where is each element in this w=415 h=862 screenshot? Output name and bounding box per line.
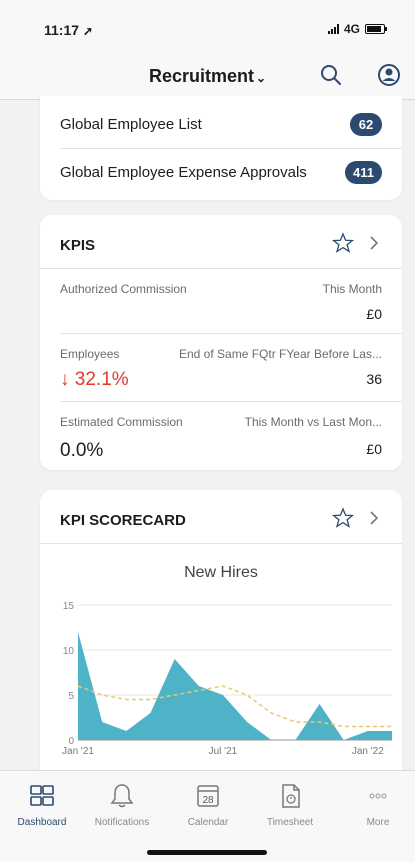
kpi-period: This Month vs Last Mon... [244,415,382,429]
list-item-expense-approvals[interactable]: Global Employee Expense Approvals 411 [60,152,382,192]
status-bar: 11:17 ➚ 4G [0,0,415,52]
list-card: Global Employee List 62 Global Employee … [40,96,402,200]
tab-label: Dashboard [17,817,67,828]
star-icon[interactable] [332,507,354,529]
count-badge: 411 [345,160,382,184]
divider [60,333,402,334]
new-hires-area [78,632,392,740]
tab-dashboard[interactable]: Dashboard [2,781,82,828]
tab-label: Calendar [187,817,229,828]
status-time: 11:17 ➚ [44,22,93,38]
kpi-scorecard-card: KPI SCORECARD New Hires 0 5 10 15 Jan '21 Jul… [40,490,402,780]
chart-title: New Hires [184,564,258,581]
profile-icon[interactable] [376,62,402,88]
more-icon [369,793,387,799]
chevron-right-icon[interactable] [366,510,382,526]
divider [40,543,402,544]
tab-label: Notifications [94,817,150,828]
app-switcher[interactable]: Recruitment ⌄ [0,66,415,87]
bottom-nav: Dashboard Notifications 28 Calendar Time… [0,770,415,862]
x-tick-label: Jan '21 [62,746,94,757]
divider [60,401,402,402]
count-badge: 62 [350,112,382,136]
tab-label: More [366,817,390,828]
x-tick-label: Jul '21 [209,746,238,757]
tab-calendar[interactable]: 28 Calendar [168,781,248,828]
list-item-label: Global Employee List [60,115,202,133]
star-icon[interactable] [332,232,354,254]
timesheet-icon [282,784,300,808]
kpi-change: ↓ 32.1% [60,369,129,390]
dashboard-icon [30,785,54,806]
y-tick-label: 5 [68,691,74,702]
chevron-right-icon[interactable] [366,235,382,251]
kpis-title: KPIS [60,237,96,254]
home-indicator [147,850,267,855]
battery-icon [365,24,387,34]
tab-notifications[interactable]: Notifications [82,781,162,828]
divider [60,148,402,149]
x-tick-label: Jan '22 [352,746,384,757]
search-icon[interactable] [318,62,344,88]
kpi-label: Authorized Commission [60,282,187,296]
tab-timesheet[interactable]: Timesheet [250,781,330,828]
bell-icon [110,784,134,808]
kpi-period: This Month [322,282,382,296]
y-tick-label: 10 [63,646,75,657]
y-tick-label: 15 [63,601,75,612]
list-item-global-employee-list[interactable]: Global Employee List 62 [60,104,382,144]
kpi-label: Estimated Commission [60,415,183,429]
app-header: Recruitment ⌄ [0,52,415,100]
network-label: 4G [343,22,360,36]
status-indicators: 4G [327,22,387,36]
tab-more[interactable]: More [338,781,415,828]
scorecard-title: KPI SCORECARD [60,512,186,529]
kpi-value: £0 [366,306,382,322]
app-title: Recruitment [148,66,254,86]
kpis-card: KPIS Authorized Commission This Month £0… [40,215,402,470]
tab-label: Timesheet [266,817,314,828]
kpi-label: Employees [60,347,120,361]
kpi-change: 0.0% [60,440,104,461]
list-item-label: Global Employee Expense Approvals [60,163,307,181]
signal-icon [327,24,339,34]
new-hires-chart[interactable]: 051015Jan '21 Jul '21 Jan '22 [40,590,402,770]
kpi-value: 36 [366,371,382,387]
divider [40,268,402,269]
chevron-down-icon: ⌄ [255,71,267,85]
calendar-day: 28 [202,795,214,806]
kpi-period: End of Same FQtr FYear Before Las... [179,347,382,361]
calendar-icon: 28 [197,785,219,807]
kpi-value: £0 [366,441,382,457]
